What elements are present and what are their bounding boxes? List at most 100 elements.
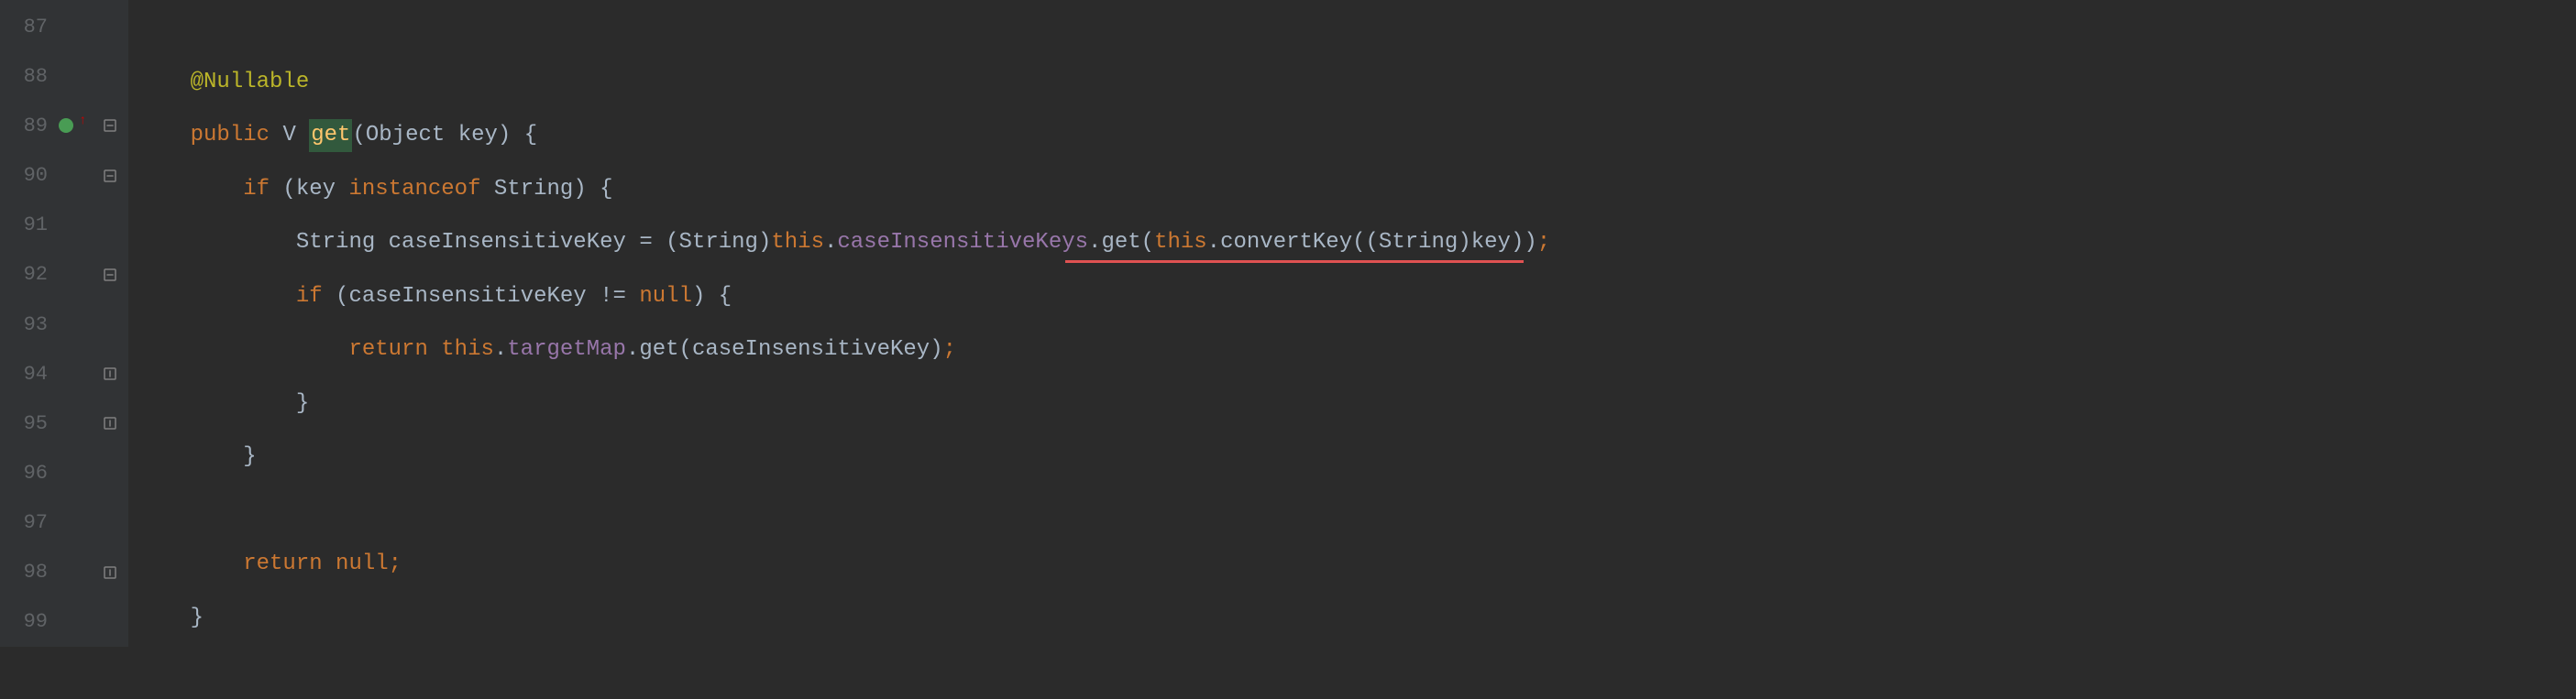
fold-toggle-icon[interactable]	[99, 119, 121, 132]
keyword: return	[348, 333, 427, 366]
code-line[interactable]	[138, 485, 2576, 539]
fold-toggle-icon[interactable]	[99, 268, 121, 281]
paren: )	[758, 226, 771, 259]
indent	[138, 333, 348, 366]
line-number: 93	[0, 310, 55, 340]
gutter-row[interactable]: 90	[0, 150, 128, 200]
var: caseInsensitiveKey	[692, 333, 930, 366]
indent	[138, 441, 243, 474]
var: caseInsensitiveKey	[348, 280, 600, 313]
code-line[interactable]: if (caseInsensitiveKey != null) {	[138, 270, 2576, 324]
fold-end-icon[interactable]	[99, 417, 121, 430]
gutter: 87 88 89 ↑ 90 91 92 93	[0, 0, 128, 647]
this-keyword: this	[441, 333, 494, 366]
gutter-row[interactable]: 99	[0, 597, 128, 647]
var: key	[296, 173, 349, 206]
cast-type: String	[679, 226, 758, 259]
paren: (	[270, 173, 296, 206]
method-call: get	[1101, 226, 1140, 259]
method-name-highlighted: get	[309, 119, 352, 152]
keyword: public	[191, 119, 270, 152]
dot: .	[494, 333, 507, 366]
paren: )	[1458, 226, 1470, 259]
code-line[interactable]	[138, 2, 2576, 56]
operator: !=	[600, 280, 639, 313]
gutter-row[interactable]: 92	[0, 250, 128, 300]
override-marker-icon[interactable]	[55, 118, 77, 133]
gutter-row[interactable]: 97	[0, 498, 128, 548]
code-line[interactable]: @Nullable	[138, 56, 2576, 110]
dot: .	[824, 226, 837, 259]
paren: ) {	[573, 173, 612, 206]
gutter-row[interactable]: 87	[0, 2, 128, 51]
type: Object	[366, 119, 445, 152]
annotation-underline	[1065, 260, 1524, 263]
this-keyword: this	[1154, 226, 1207, 259]
line-number: 95	[0, 409, 55, 439]
code-line[interactable]: if (key instanceof String) {	[138, 163, 2576, 217]
annotation: @Nullable	[191, 66, 310, 99]
space	[428, 333, 441, 366]
line-number: 96	[0, 458, 55, 488]
gutter-row[interactable]: 88	[0, 51, 128, 101]
code-line[interactable]: }	[138, 431, 2576, 485]
field: caseInsensitiveKeys	[837, 226, 1088, 259]
gutter-row[interactable]: 95	[0, 399, 128, 448]
indent	[138, 173, 243, 206]
paren: (	[323, 280, 349, 313]
code-area[interactable]: @Nullable public V get(Object key) { if …	[128, 0, 2576, 647]
paren: (	[679, 333, 692, 366]
indent	[138, 119, 191, 152]
type: String	[296, 226, 389, 259]
fold-end-icon[interactable]	[99, 566, 121, 579]
dot: .	[626, 333, 639, 366]
line-number: 88	[0, 61, 55, 92]
fold-end-icon[interactable]	[99, 367, 121, 380]
semicolon: ;	[943, 333, 956, 366]
indent	[138, 548, 243, 581]
paren: ))	[1511, 226, 1537, 259]
operator: =	[639, 226, 666, 259]
gutter-row[interactable]: 94	[0, 349, 128, 399]
code-line[interactable]: return this.targetMap.get(caseInsensitiv…	[138, 323, 2576, 377]
gutter-row[interactable]: 89 ↑	[0, 101, 128, 150]
type: V	[282, 119, 295, 152]
gutter-row[interactable]: 93	[0, 300, 128, 349]
null-keyword: null	[639, 280, 692, 313]
paren: (	[352, 119, 365, 152]
code-line[interactable]	[138, 645, 2576, 699]
code-line[interactable]: return null;	[138, 538, 2576, 592]
field: targetMap	[507, 333, 626, 366]
gutter-row[interactable]: 98	[0, 548, 128, 597]
keyword: if	[243, 173, 270, 206]
space	[323, 548, 336, 581]
code-line[interactable]: }	[138, 592, 2576, 646]
gutter-row[interactable]: 96	[0, 448, 128, 497]
gutter-row[interactable]: 91	[0, 201, 128, 250]
semicolon: ;	[389, 548, 402, 581]
indent	[138, 66, 191, 99]
code-line[interactable]: public V get(Object key) {	[138, 109, 2576, 163]
line-number: 90	[0, 160, 55, 191]
keyword: return	[243, 548, 322, 581]
indent	[138, 280, 296, 313]
cast-type: String	[1379, 226, 1458, 259]
code-line[interactable]: String caseInsensitiveKey = (String)this…	[138, 216, 2576, 270]
semicolon: ;	[1537, 226, 1550, 259]
line-number: 98	[0, 557, 55, 587]
this-keyword: this	[771, 226, 824, 259]
brace: }	[243, 441, 256, 474]
var: key	[1471, 226, 1511, 259]
line-number: 97	[0, 508, 55, 538]
fold-toggle-icon[interactable]	[99, 169, 121, 182]
var: caseInsensitiveKey	[389, 226, 640, 259]
indent	[138, 602, 191, 635]
code-editor: 87 88 89 ↑ 90 91 92 93	[0, 0, 2576, 647]
vcs-change-icon[interactable]: ↑	[79, 112, 86, 131]
line-number: 99	[0, 606, 55, 637]
brace: }	[191, 602, 204, 635]
code-line[interactable]: }	[138, 377, 2576, 431]
line-number: 87	[0, 12, 55, 42]
keyword: if	[296, 280, 323, 313]
paren: )	[930, 333, 942, 366]
